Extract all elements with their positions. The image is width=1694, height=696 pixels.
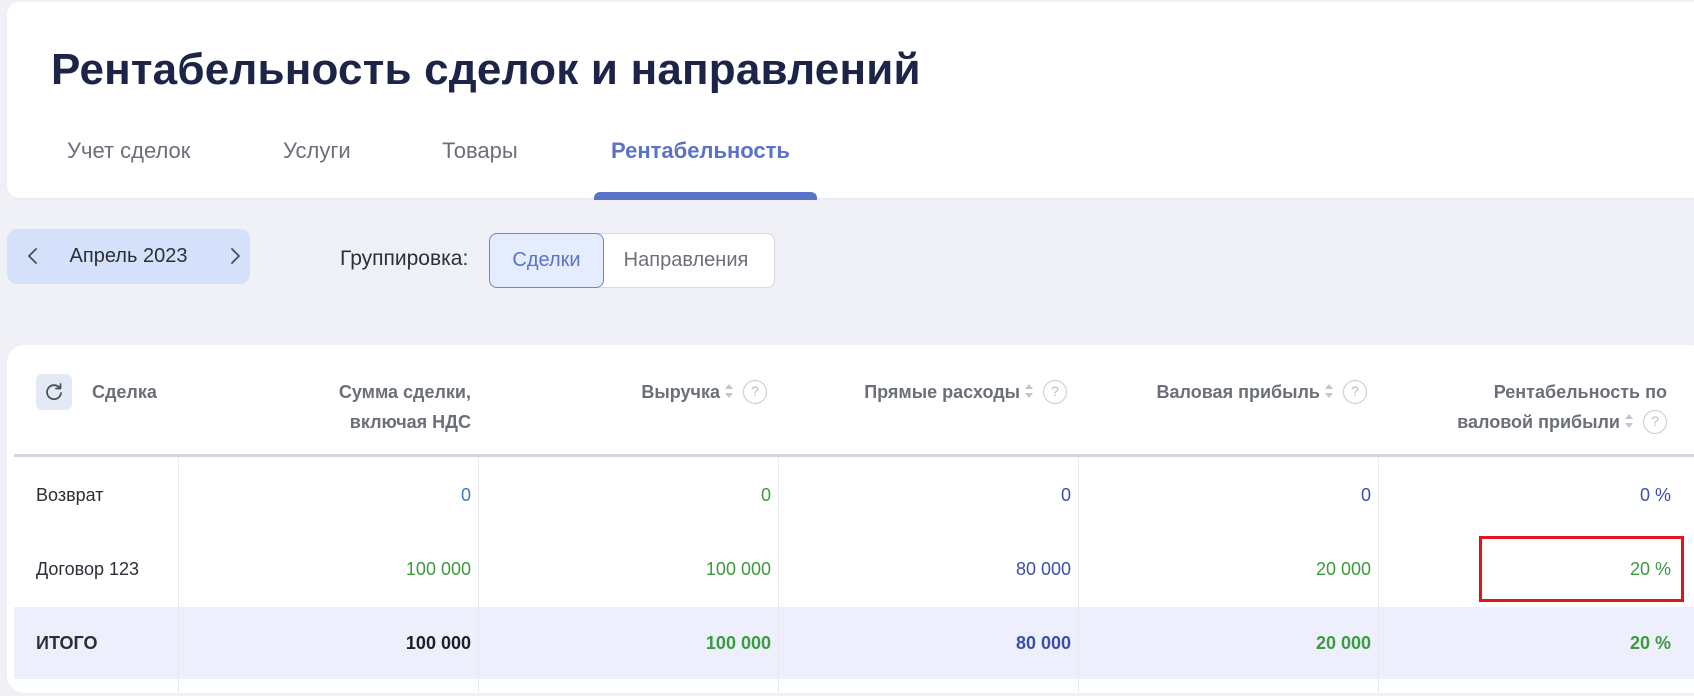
column-divider bbox=[178, 457, 179, 693]
help-icon[interactable]: ? bbox=[743, 380, 767, 404]
header-text: Выручка bbox=[641, 382, 720, 402]
column-header-gross-margin[interactable]: Рентабельность по валовой прибыли? bbox=[1457, 377, 1667, 437]
table-row-name[interactable]: Договор 123 bbox=[36, 558, 139, 580]
header-card: Рентабельность сделок и направлений Учет… bbox=[7, 2, 1694, 200]
refresh-button[interactable] bbox=[36, 374, 72, 410]
cell-direct-costs[interactable]: 80 000 bbox=[1016, 558, 1071, 580]
app-root: Рентабельность сделок и направлений Учет… bbox=[0, 0, 1694, 696]
sort-icon[interactable] bbox=[1623, 412, 1635, 430]
header-line: включая НДС bbox=[349, 412, 471, 432]
header-line: Рентабельность по bbox=[1493, 382, 1667, 402]
column-header-revenue[interactable]: Выручка? bbox=[641, 377, 767, 407]
help-icon[interactable]: ? bbox=[1343, 380, 1367, 404]
tab-services[interactable]: Услуги bbox=[283, 138, 351, 164]
header-line: Сумма сделки, bbox=[338, 382, 471, 402]
cell-deal-amount[interactable]: 0 bbox=[461, 484, 471, 506]
total-deal-amount: 100 000 bbox=[405, 633, 471, 653]
column-header-direct-costs[interactable]: Прямые расходы? bbox=[864, 377, 1067, 407]
header-text: валовой прибыли bbox=[1457, 412, 1620, 432]
column-header-gross-profit[interactable]: Валовая прибыль? bbox=[1157, 377, 1367, 407]
total-direct-costs: 80 000 bbox=[1015, 633, 1071, 653]
column-header-deal: Сделка bbox=[92, 382, 157, 402]
total-gross-profit: 20 000 bbox=[1315, 633, 1371, 653]
total-gross-margin: 20 % bbox=[1629, 633, 1671, 653]
header-text: Прямые расходы bbox=[864, 382, 1020, 402]
help-icon[interactable]: ? bbox=[1643, 410, 1667, 434]
sort-icon[interactable] bbox=[1023, 382, 1035, 400]
sort-icon[interactable] bbox=[723, 382, 735, 400]
tab-deals-accounting[interactable]: Учет сделок bbox=[67, 138, 190, 164]
chevron-right-icon[interactable] bbox=[222, 243, 248, 269]
sort-icon[interactable] bbox=[1323, 382, 1335, 400]
period-selector: Апрель 2023 bbox=[7, 229, 250, 284]
column-divider bbox=[1078, 457, 1079, 693]
chevron-left-icon[interactable] bbox=[20, 243, 46, 269]
total-row-name: ИТОГО bbox=[36, 633, 98, 653]
column-divider bbox=[478, 457, 479, 693]
cell-deal-amount[interactable]: 100 000 bbox=[406, 558, 471, 580]
header-divider bbox=[14, 454, 1694, 457]
grouping-option-deals[interactable]: Сделки bbox=[489, 233, 604, 288]
total-revenue: 100 000 bbox=[705, 633, 771, 653]
cell-revenue[interactable]: 100 000 bbox=[706, 558, 771, 580]
highlight-box bbox=[1479, 536, 1684, 602]
table-row-name[interactable]: Возврат bbox=[36, 484, 104, 506]
cell-gross-profit[interactable]: 20 000 bbox=[1316, 558, 1371, 580]
column-header-deal-amount: Сумма сделки, включая НДС bbox=[339, 377, 471, 437]
grouping-label: Группировка: bbox=[340, 247, 469, 270]
cell-gross-profit[interactable]: 0 bbox=[1361, 484, 1371, 506]
active-tab-indicator bbox=[594, 192, 817, 200]
help-icon[interactable]: ? bbox=[1043, 380, 1067, 404]
refresh-icon bbox=[46, 383, 62, 401]
grouping-option-directions[interactable]: Направления bbox=[598, 233, 775, 288]
cell-direct-costs[interactable]: 0 bbox=[1061, 484, 1071, 506]
column-divider bbox=[778, 457, 779, 693]
header-text: Валовая прибыль bbox=[1156, 382, 1320, 402]
cell-gross-margin[interactable]: 0 % bbox=[1640, 484, 1671, 506]
profitability-table: Сделка Сумма сделки, включая НДС Выручка… bbox=[7, 345, 1694, 693]
page-title: Рентабельность сделок и направлений bbox=[51, 45, 921, 94]
tab-goods[interactable]: Товары bbox=[442, 138, 518, 164]
total-row-background bbox=[14, 607, 1694, 679]
tab-profitability[interactable]: Рентабельность bbox=[611, 138, 790, 164]
cell-revenue[interactable]: 0 bbox=[761, 484, 771, 506]
column-divider bbox=[1378, 457, 1379, 693]
